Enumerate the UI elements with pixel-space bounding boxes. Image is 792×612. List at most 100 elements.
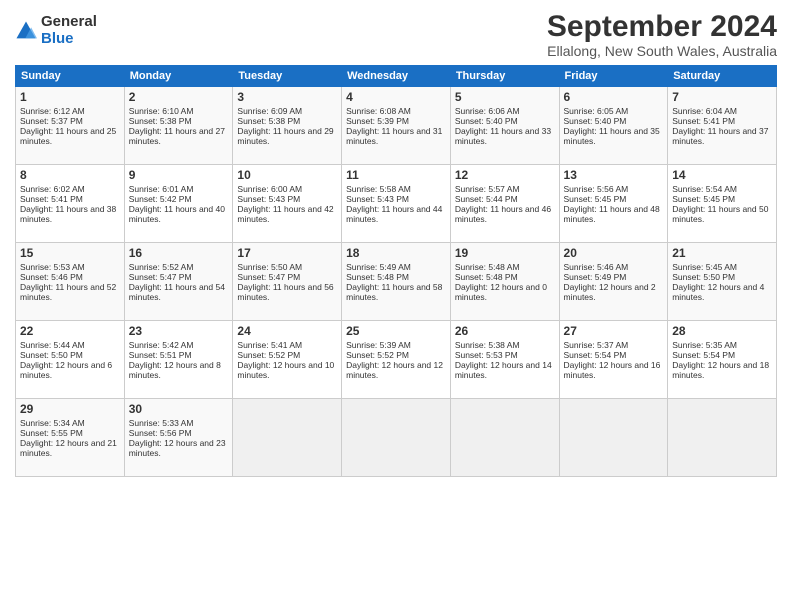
col-saturday: Saturday <box>668 66 777 87</box>
sunset-text: Sunset: 5:47 PM <box>237 272 300 282</box>
day-number: 5 <box>455 90 555 104</box>
day-number: 27 <box>564 324 664 338</box>
sunset-text: Sunset: 5:42 PM <box>129 194 192 204</box>
sunset-text: Sunset: 5:49 PM <box>564 272 627 282</box>
logo: General Blue <box>15 14 97 47</box>
daylight-text: Daylight: 11 hours and 29 minutes. <box>237 126 333 146</box>
daylight-text: Daylight: 12 hours and 14 minutes. <box>455 360 552 380</box>
daylight-text: Daylight: 11 hours and 54 minutes. <box>129 282 225 302</box>
sunset-text: Sunset: 5:41 PM <box>20 194 83 204</box>
day-number: 19 <box>455 246 555 260</box>
daylight-text: Daylight: 11 hours and 27 minutes. <box>129 126 225 146</box>
daylight-text: Daylight: 11 hours and 52 minutes. <box>20 282 116 302</box>
col-sunday: Sunday <box>16 66 125 87</box>
sunrise-text: Sunrise: 5:37 AM <box>564 340 629 350</box>
table-row: 14Sunrise: 5:54 AMSunset: 5:45 PMDayligh… <box>668 165 777 243</box>
day-number: 13 <box>564 168 664 182</box>
daylight-text: Daylight: 12 hours and 12 minutes. <box>346 360 443 380</box>
calendar-row: 29Sunrise: 5:34 AMSunset: 5:55 PMDayligh… <box>16 399 777 477</box>
sunrise-text: Sunrise: 6:06 AM <box>455 106 520 116</box>
sunrise-text: Sunrise: 5:39 AM <box>346 340 411 350</box>
daylight-text: Daylight: 11 hours and 31 minutes. <box>346 126 442 146</box>
title-section: September 2024 Ellalong, New South Wales… <box>547 10 777 59</box>
sunrise-text: Sunrise: 5:57 AM <box>455 184 520 194</box>
table-row: 4 Sunrise: 6:08 AMSunset: 5:39 PMDaylight… <box>342 87 451 165</box>
table-row <box>342 399 451 477</box>
calendar-row: 8Sunrise: 6:02 AMSunset: 5:41 PMDaylight… <box>16 165 777 243</box>
daylight-text: Daylight: 12 hours and 23 minutes. <box>129 438 226 458</box>
col-thursday: Thursday <box>450 66 559 87</box>
sunrise-text: Sunrise: 5:49 AM <box>346 262 411 272</box>
sunset-text: Sunset: 5:43 PM <box>237 194 300 204</box>
table-row: 28Sunrise: 5:35 AMSunset: 5:54 PMDayligh… <box>668 321 777 399</box>
table-row: 9Sunrise: 6:01 AMSunset: 5:42 PMDaylight… <box>124 165 233 243</box>
table-row: 19Sunrise: 5:48 AMSunset: 5:48 PMDayligh… <box>450 243 559 321</box>
sunrise-text: Sunrise: 6:00 AM <box>237 184 302 194</box>
logo-icon <box>15 20 37 42</box>
daylight-text: Daylight: 11 hours and 25 minutes. <box>20 126 116 146</box>
daylight-text: Daylight: 11 hours and 42 minutes. <box>237 204 333 224</box>
daylight-text: Daylight: 12 hours and 2 minutes. <box>564 282 656 302</box>
day-number: 21 <box>672 246 772 260</box>
table-row <box>668 399 777 477</box>
table-row: 21Sunrise: 5:45 AMSunset: 5:50 PMDayligh… <box>668 243 777 321</box>
table-row: 16Sunrise: 5:52 AMSunset: 5:47 PMDayligh… <box>124 243 233 321</box>
daylight-text: Daylight: 11 hours and 37 minutes. <box>672 126 768 146</box>
sunset-text: Sunset: 5:48 PM <box>455 272 518 282</box>
daylight-text: Daylight: 11 hours and 56 minutes. <box>237 282 333 302</box>
sunset-text: Sunset: 5:51 PM <box>129 350 192 360</box>
day-number: 4 <box>346 90 446 104</box>
day-number: 20 <box>564 246 664 260</box>
sunrise-text: Sunrise: 6:01 AM <box>129 184 194 194</box>
daylight-text: Daylight: 11 hours and 44 minutes. <box>346 204 442 224</box>
logo-text: General Blue <box>41 14 97 47</box>
daylight-text: Daylight: 12 hours and 8 minutes. <box>129 360 221 380</box>
sunset-text: Sunset: 5:38 PM <box>237 116 300 126</box>
table-row: 25Sunrise: 5:39 AMSunset: 5:52 PMDayligh… <box>342 321 451 399</box>
sunrise-text: Sunrise: 6:08 AM <box>346 106 411 116</box>
col-wednesday: Wednesday <box>342 66 451 87</box>
table-row: 18Sunrise: 5:49 AMSunset: 5:48 PMDayligh… <box>342 243 451 321</box>
sunset-text: Sunset: 5:39 PM <box>346 116 409 126</box>
daylight-text: Daylight: 11 hours and 35 minutes. <box>564 126 660 146</box>
daylight-text: Daylight: 11 hours and 46 minutes. <box>455 204 551 224</box>
day-number: 30 <box>129 402 229 416</box>
sunset-text: Sunset: 5:45 PM <box>564 194 627 204</box>
day-number: 14 <box>672 168 772 182</box>
table-row: 10 Sunrise: 6:00 AMSunset: 5:43 PMDayligh… <box>233 165 342 243</box>
sunset-text: Sunset: 5:53 PM <box>455 350 518 360</box>
table-row: 20 Sunrise: 5:46 AMSunset: 5:49 PMDayligh… <box>559 243 668 321</box>
table-row: 13 Sunrise: 5:56 AMSunset: 5:45 PMDayligh… <box>559 165 668 243</box>
logo-general: General <box>41 14 97 31</box>
day-number: 12 <box>455 168 555 182</box>
sunrise-text: Sunrise: 5:33 AM <box>129 418 194 428</box>
sunrise-text: Sunrise: 5:46 AM <box>564 262 629 272</box>
sunrise-text: Sunrise: 5:38 AM <box>455 340 520 350</box>
sunrise-text: Sunrise: 5:58 AM <box>346 184 411 194</box>
day-number: 10 <box>237 168 337 182</box>
daylight-text: Daylight: 12 hours and 10 minutes. <box>237 360 334 380</box>
month-title: September 2024 <box>547 10 777 43</box>
table-row: 1Sunrise: 6:12 AMSunset: 5:37 PMDaylight… <box>16 87 125 165</box>
daylight-text: Daylight: 11 hours and 48 minutes. <box>564 204 660 224</box>
calendar-row: 22Sunrise: 5:44 AMSunset: 5:50 PMDayligh… <box>16 321 777 399</box>
sunrise-text: Sunrise: 5:54 AM <box>672 184 737 194</box>
header-row: Sunday Monday Tuesday Wednesday Thursday… <box>16 66 777 87</box>
sunrise-text: Sunrise: 5:50 AM <box>237 262 302 272</box>
sunrise-text: Sunrise: 5:56 AM <box>564 184 629 194</box>
daylight-text: Daylight: 11 hours and 40 minutes. <box>129 204 225 224</box>
daylight-text: Daylight: 11 hours and 50 minutes. <box>672 204 768 224</box>
sunset-text: Sunset: 5:38 PM <box>129 116 192 126</box>
sunset-text: Sunset: 5:52 PM <box>237 350 300 360</box>
sunrise-text: Sunrise: 5:45 AM <box>672 262 737 272</box>
sunrise-text: Sunrise: 6:10 AM <box>129 106 194 116</box>
sunrise-text: Sunrise: 5:48 AM <box>455 262 520 272</box>
sunrise-text: Sunrise: 5:41 AM <box>237 340 302 350</box>
day-number: 8 <box>20 168 120 182</box>
daylight-text: Daylight: 12 hours and 4 minutes. <box>672 282 764 302</box>
sunrise-text: Sunrise: 5:53 AM <box>20 262 85 272</box>
logo-blue: Blue <box>41 31 97 48</box>
daylight-text: Daylight: 11 hours and 33 minutes. <box>455 126 551 146</box>
daylight-text: Daylight: 12 hours and 16 minutes. <box>564 360 661 380</box>
day-number: 18 <box>346 246 446 260</box>
